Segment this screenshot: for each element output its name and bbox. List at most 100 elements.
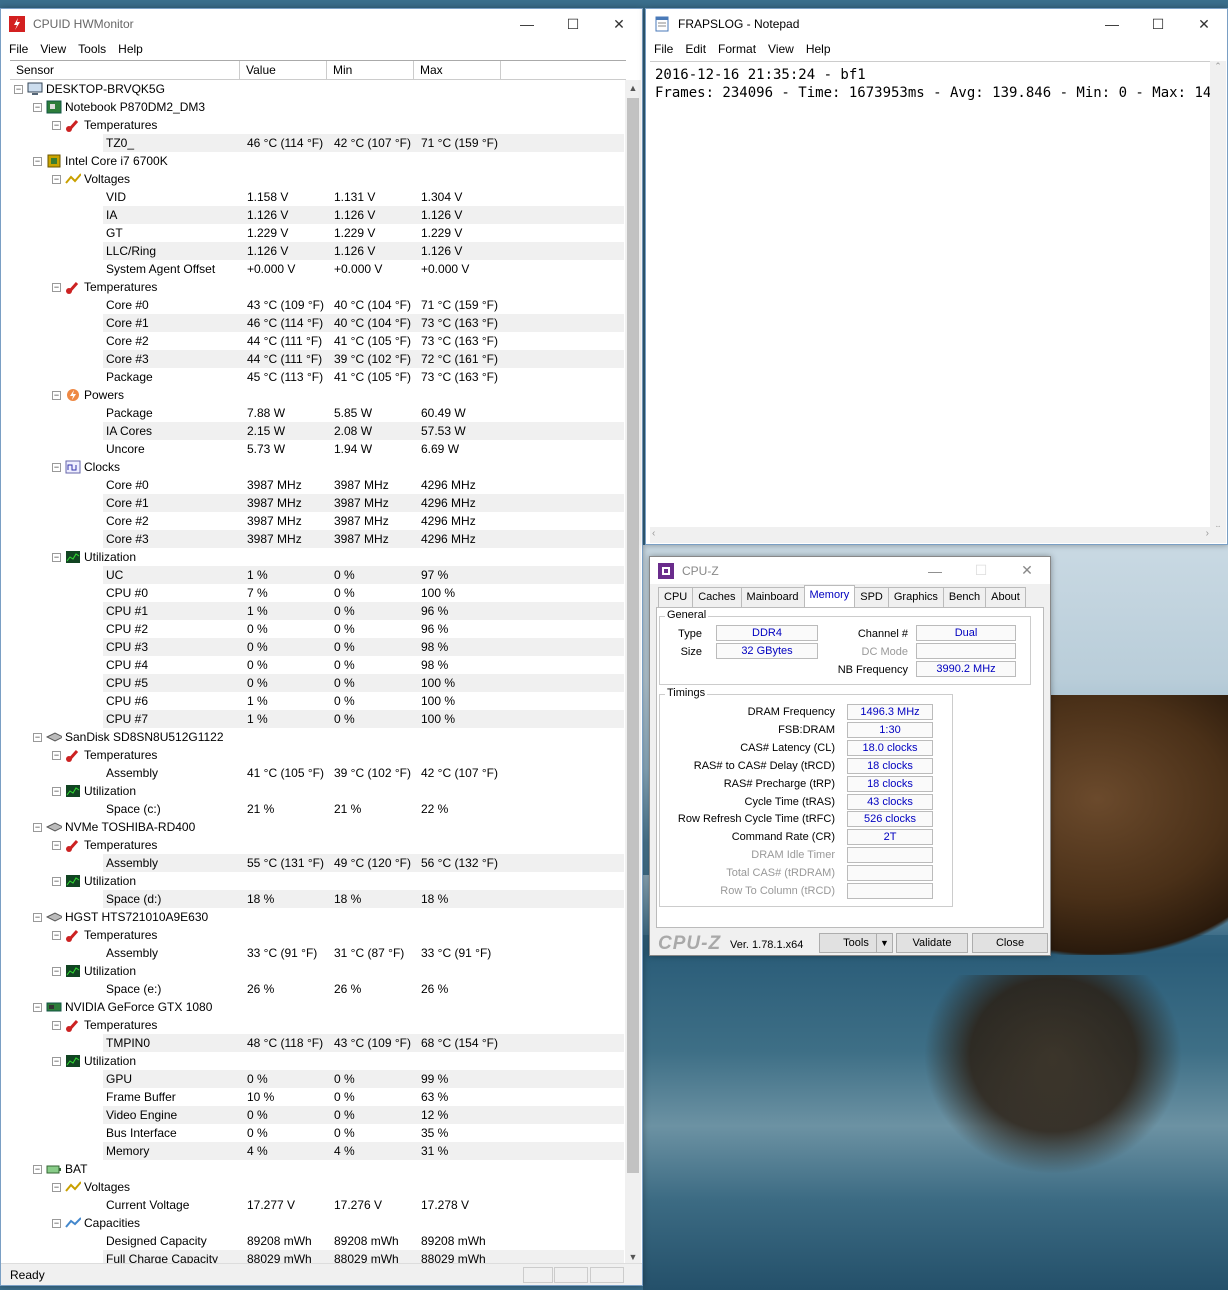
menu-view[interactable]: View xyxy=(34,42,72,56)
sensor-group-row[interactable]: − Utilization xyxy=(10,782,624,800)
column-min[interactable]: Min xyxy=(327,61,414,79)
tab-memory[interactable]: Memory xyxy=(803,585,856,607)
collapse-toggle-icon[interactable]: − xyxy=(33,156,42,166)
collapse-toggle-icon[interactable]: − xyxy=(33,732,42,742)
tools-dropdown-icon[interactable]: ▼ xyxy=(876,933,893,953)
sensor-group-row[interactable]: − Powers xyxy=(10,386,624,404)
sensor-row[interactable]: 17.277 V 17.276 V 17.278 V Current Voltage xyxy=(10,1196,624,1214)
collapse-toggle-icon[interactable]: − xyxy=(33,912,42,922)
sensor-group-row[interactable]: − HGST HTS721010A9E630 xyxy=(10,908,624,926)
menu-file[interactable]: File xyxy=(648,42,679,56)
collapse-toggle-icon[interactable]: − xyxy=(33,822,42,832)
sensor-row[interactable]: 5.73 W 1.94 W 6.69 W Uncore xyxy=(10,440,624,458)
sensor-group-row[interactable]: − Voltages xyxy=(10,170,624,188)
minimize-button[interactable]: — xyxy=(1089,9,1135,39)
menu-help[interactable]: Help xyxy=(800,42,837,56)
menu-tools[interactable]: Tools xyxy=(72,42,112,56)
sensor-row[interactable]: 1.229 V 1.229 V 1.229 V GT xyxy=(10,224,624,242)
collapse-toggle-icon[interactable]: − xyxy=(33,1002,42,1012)
sensor-group-row[interactable]: − Intel Core i7 6700K xyxy=(10,152,624,170)
collapse-toggle-icon[interactable]: − xyxy=(52,282,61,292)
sensor-row[interactable]: 3987 MHz 3987 MHz 4296 MHz Core #2 xyxy=(10,512,624,530)
scroll-up-icon[interactable]: ▲ xyxy=(625,80,641,96)
collapse-toggle-icon[interactable]: − xyxy=(52,786,61,796)
sensor-row[interactable]: 0 % 0 % 98 % CPU #4 xyxy=(10,656,624,674)
resize-grip[interactable] xyxy=(1210,527,1226,543)
close-button[interactable]: Close xyxy=(972,933,1048,953)
validate-button[interactable]: Validate xyxy=(896,933,968,953)
collapse-toggle-icon[interactable]: − xyxy=(52,930,61,940)
sensor-group-row[interactable]: − Capacities xyxy=(10,1214,624,1232)
sensor-row[interactable]: 55 °C (131 °F) 49 °C (120 °F) 56 °C (132 °… xyxy=(10,854,624,872)
text-editor[interactable]: 2016-12-16 21:35:24 - bf1 Frames: 234096 … xyxy=(650,61,1220,531)
sensor-group-row[interactable]: − Notebook P870DM2_DM3 xyxy=(10,98,624,116)
collapse-toggle-icon[interactable]: − xyxy=(52,120,61,130)
sensor-row[interactable]: 1 % 0 % 100 % CPU #7 xyxy=(10,710,624,728)
sensor-group-row[interactable]: − Utilization xyxy=(10,548,624,566)
sensor-group-row[interactable]: − NVIDIA GeForce GTX 1080 xyxy=(10,998,624,1016)
collapse-toggle-icon[interactable]: − xyxy=(52,390,61,400)
sensor-group-row[interactable]: − Temperatures xyxy=(10,926,624,944)
sensor-group-row[interactable]: − Utilization xyxy=(10,962,624,980)
tab-about[interactable]: About xyxy=(985,587,1026,607)
sensor-row[interactable]: 1 % 0 % 100 % CPU #6 xyxy=(10,692,624,710)
collapse-toggle-icon[interactable]: − xyxy=(52,1218,61,1228)
collapse-toggle-icon[interactable]: − xyxy=(52,1020,61,1030)
sensor-row[interactable]: 3987 MHz 3987 MHz 4296 MHz Core #3 xyxy=(10,530,624,548)
sensor-group-row[interactable]: − BAT xyxy=(10,1160,624,1178)
tab-graphics[interactable]: Graphics xyxy=(887,587,944,607)
collapse-toggle-icon[interactable]: − xyxy=(52,840,61,850)
sensor-row[interactable]: 2.15 W 2.08 W 57.53 W IA Cores xyxy=(10,422,624,440)
minimize-button[interactable]: — xyxy=(504,9,550,39)
sensor-row[interactable]: 21 % 21 % 22 % Space (c:) xyxy=(10,800,624,818)
sensor-row[interactable]: 7 % 0 % 100 % CPU #0 xyxy=(10,584,624,602)
sensor-row[interactable]: 48 °C (118 °F) 43 °C (109 °F) 68 °C (154 °… xyxy=(10,1034,624,1052)
sensor-group-row[interactable]: − Temperatures xyxy=(10,278,624,296)
collapse-toggle-icon[interactable]: − xyxy=(52,552,61,562)
horizontal-scrollbar[interactable]: ‹ › xyxy=(650,527,1213,543)
sensor-row[interactable]: 0 % 0 % 12 % Video Engine xyxy=(10,1106,624,1124)
scroll-left-icon[interactable]: ‹ xyxy=(652,528,655,539)
collapse-toggle-icon[interactable]: − xyxy=(52,174,61,184)
sensor-group-row[interactable]: − Clocks xyxy=(10,458,624,476)
maximize-button[interactable]: ☐ xyxy=(1135,9,1181,39)
close-button[interactable]: ✕ xyxy=(1004,557,1050,584)
sensor-group-row[interactable]: − Temperatures xyxy=(10,836,624,854)
sensor-row[interactable]: 0 % 0 % 35 % Bus Interface xyxy=(10,1124,624,1142)
scroll-up-icon[interactable]: ⌃ xyxy=(1210,61,1226,72)
vertical-scrollbar[interactable]: ⌃ ⌄ xyxy=(1210,61,1226,531)
sensor-row[interactable]: 10 % 0 % 63 % Frame Buffer xyxy=(10,1088,624,1106)
scroll-right-icon[interactable]: › xyxy=(1206,528,1209,539)
sensor-row[interactable]: 44 °C (111 °F) 41 °C (105 °F) 73 °C (163 °… xyxy=(10,332,624,350)
tab-cpu[interactable]: CPU xyxy=(658,587,694,607)
collapse-toggle-icon[interactable]: − xyxy=(52,1182,61,1192)
collapse-toggle-icon[interactable]: − xyxy=(52,462,61,472)
sensor-row[interactable]: 0 % 0 % 98 % CPU #3 xyxy=(10,638,624,656)
collapse-toggle-icon[interactable]: − xyxy=(33,1164,42,1174)
column-max[interactable]: Max xyxy=(414,61,501,79)
sensor-row[interactable]: 3987 MHz 3987 MHz 4296 MHz Core #0 xyxy=(10,476,624,494)
column-sensor[interactable]: Sensor xyxy=(10,61,240,79)
hwmonitor-titlebar[interactable]: CPUID HWMonitor — ☐ ✕ xyxy=(1,9,642,39)
sensor-group-row[interactable]: − Voltages xyxy=(10,1178,624,1196)
maximize-button[interactable]: ☐ xyxy=(550,9,596,39)
sensor-group-row[interactable]: − Temperatures xyxy=(10,1016,624,1034)
sensor-row[interactable]: 0 % 0 % 100 % CPU #5 xyxy=(10,674,624,692)
sensor-row[interactable]: 7.88 W 5.85 W 60.49 W Package xyxy=(10,404,624,422)
sensor-group-row[interactable]: − SanDisk SD8SN8U512G1122 xyxy=(10,728,624,746)
sensor-group-row[interactable]: − Temperatures xyxy=(10,116,624,134)
tab-spd[interactable]: SPD xyxy=(854,587,889,607)
close-button[interactable]: ✕ xyxy=(596,9,642,39)
sensor-row[interactable]: +0.000 V +0.000 V +0.000 V System Agent Off… xyxy=(10,260,624,278)
sensor-row[interactable]: 26 % 26 % 26 % Space (e:) xyxy=(10,980,624,998)
collapse-toggle-icon[interactable]: − xyxy=(52,876,61,886)
sensor-row[interactable]: 1 % 0 % 96 % CPU #1 xyxy=(10,602,624,620)
sensor-row[interactable]: 46 °C (114 °F) 40 °C (104 °F) 73 °C (163 °… xyxy=(10,314,624,332)
sensor-row[interactable]: 43 °C (109 °F) 40 °C (104 °F) 71 °C (159 °… xyxy=(10,296,624,314)
sensor-row[interactable]: 1.126 V 1.126 V 1.126 V IA xyxy=(10,206,624,224)
sensor-row[interactable]: 4 % 4 % 31 % Memory xyxy=(10,1142,624,1160)
menu-edit[interactable]: Edit xyxy=(679,42,712,56)
tab-mainboard[interactable]: Mainboard xyxy=(740,587,805,607)
menu-view[interactable]: View xyxy=(762,42,800,56)
sensor-row[interactable]: 33 °C (91 °F) 31 °C (87 °F) 33 °C (91 °F) A… xyxy=(10,944,624,962)
